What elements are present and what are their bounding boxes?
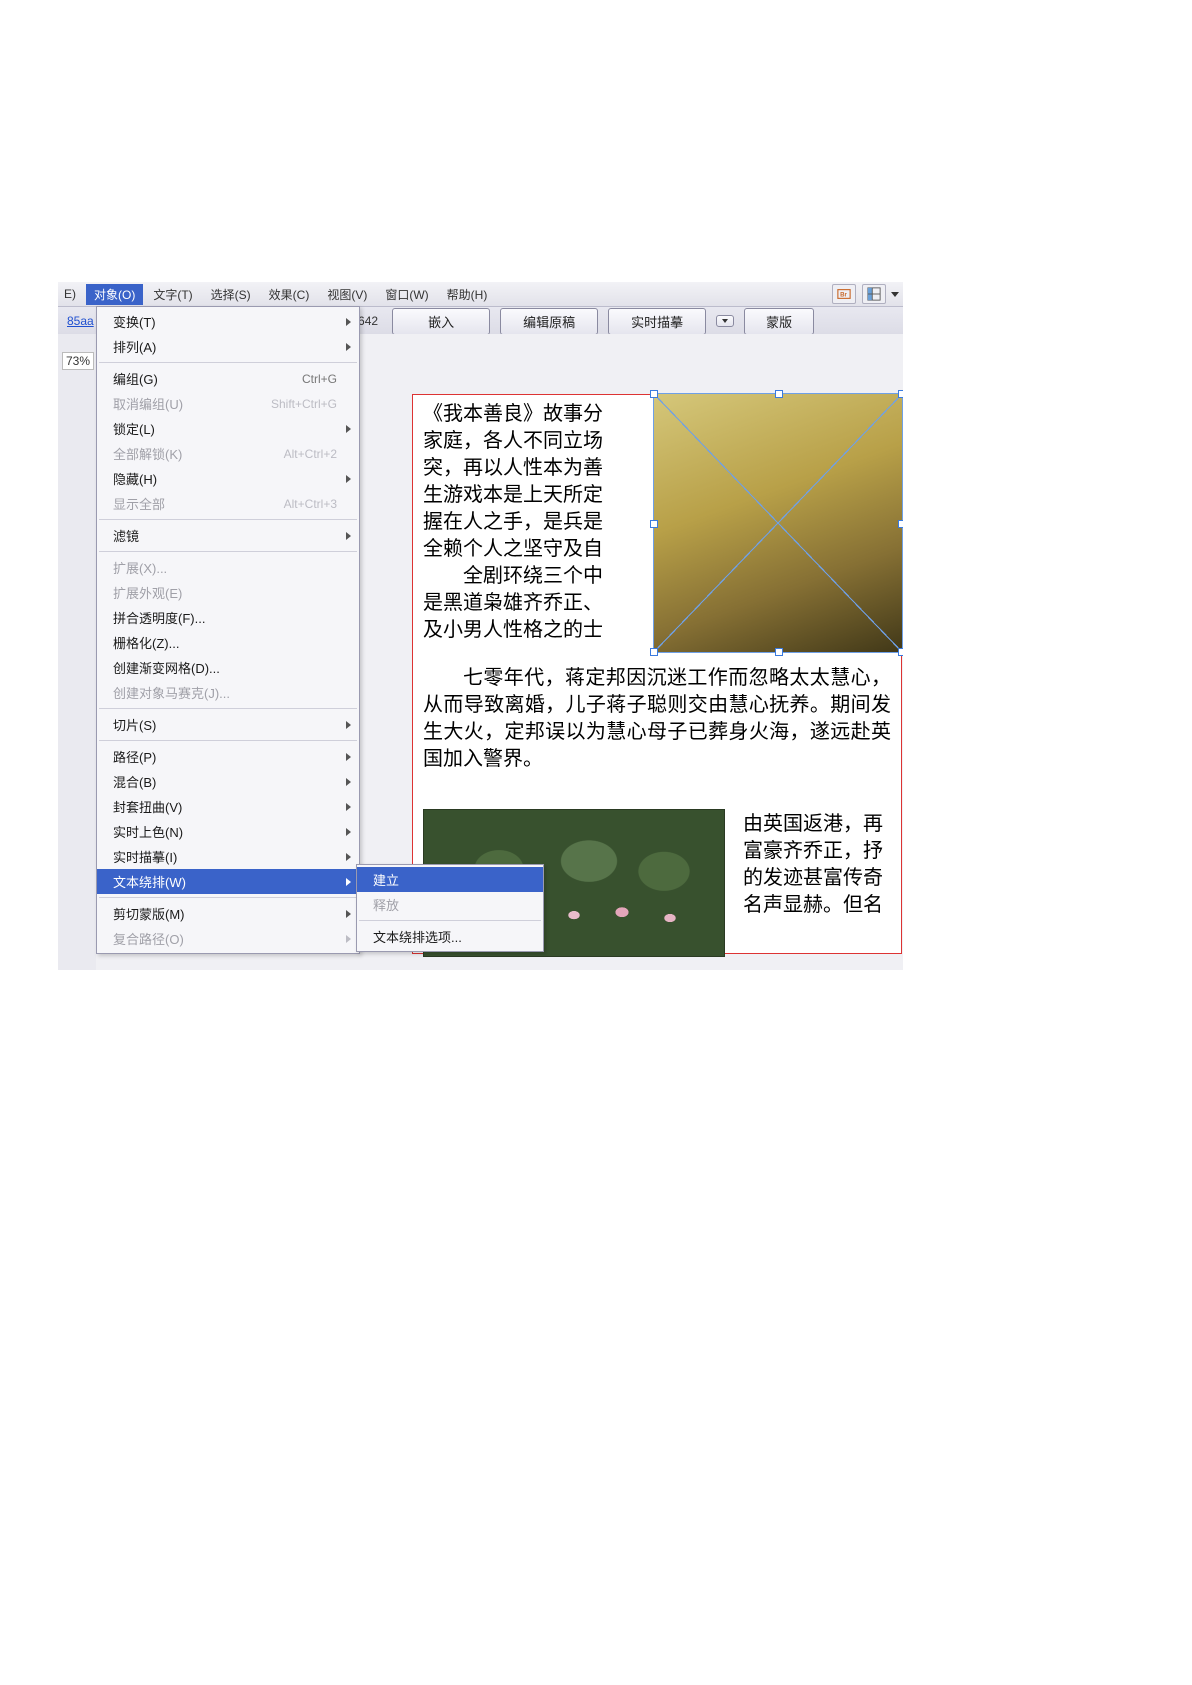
menu-separator <box>359 920 541 921</box>
menu-transform[interactable]: 变换(T) <box>97 309 359 334</box>
layout-grid-icon <box>862 284 886 304</box>
menu-compound-path: 复合路径(O) <box>97 926 359 951</box>
menu-select[interactable]: 选择(S) <box>203 284 259 305</box>
menu-effect[interactable]: 效果(C) <box>261 284 318 305</box>
selection-handle[interactable] <box>650 520 658 528</box>
body-text-block-3: 由英国返港，再 富豪齐乔正，抒 的发迹甚富传奇 名声显赫。但名 <box>743 811 903 957</box>
live-trace-button[interactable]: 实时描摹 <box>608 308 706 335</box>
embed-button[interactable]: 嵌入 <box>392 308 490 335</box>
svg-text:Br: Br <box>840 292 847 299</box>
menu-live-paint[interactable]: 实时上色(N) <box>97 819 359 844</box>
menu-text-wrap[interactable]: 文本绕排(W) <box>97 869 359 894</box>
workspace-switcher[interactable] <box>860 284 899 304</box>
zoom-level[interactable]: 73% <box>62 352 94 370</box>
placed-image-tea[interactable] <box>653 393 903 653</box>
menu-expand-appearance: 扩展外观(E) <box>97 580 359 605</box>
selection-handle[interactable] <box>650 390 658 398</box>
menu-separator <box>99 519 357 520</box>
selection-handle[interactable] <box>898 520 903 528</box>
mask-button[interactable]: 蒙版 <box>744 308 814 335</box>
menubar: E) 对象(O) 文字(T) 选择(S) 效果(C) 视图(V) 窗口(W) 帮… <box>58 282 903 307</box>
menu-blend[interactable]: 混合(B) <box>97 769 359 794</box>
menu-group[interactable]: 编组(G)Ctrl+G <box>97 366 359 391</box>
menu-live-trace[interactable]: 实时描摹(I) <box>97 844 359 869</box>
menu-separator <box>99 897 357 898</box>
linked-file-label[interactable]: 85aa <box>64 312 97 330</box>
body-text-block-1: 《我本善良》故事分 家庭，各人不同立场 突，再以人性本为善 生游戏本是上天所定 … <box>423 401 635 661</box>
body-text-block-2: 七零年代，蒋定邦因沉迷工作而忽略太太慧心，从而导致离婚，儿子蒋子聪则交由慧心抚养… <box>423 665 891 773</box>
menu-view[interactable]: 视图(V) <box>319 284 375 305</box>
menu-separator <box>99 551 357 552</box>
menu-object[interactable]: 对象(O) <box>86 284 143 305</box>
selection-handle[interactable] <box>898 648 903 656</box>
submenu-make[interactable]: 建立 <box>357 867 543 892</box>
menu-expand: 扩展(X)... <box>97 555 359 580</box>
menu-filter[interactable]: 滤镜 <box>97 523 359 548</box>
menu-hide[interactable]: 隐藏(H) <box>97 466 359 491</box>
selection-handle[interactable] <box>898 390 903 398</box>
menu-flatten-transparency[interactable]: 拼合透明度(F)... <box>97 605 359 630</box>
selection-handle[interactable] <box>775 390 783 398</box>
menu-type[interactable]: 文字(T) <box>145 284 200 305</box>
object-menu-dropdown: 变换(T) 排列(A) 编组(G)Ctrl+G 取消编组(U)Shift+Ctr… <box>96 306 360 954</box>
menu-separator <box>99 708 357 709</box>
selection-handle[interactable] <box>650 648 658 656</box>
menu-rasterize[interactable]: 栅格化(Z)... <box>97 630 359 655</box>
menu-path[interactable]: 路径(P) <box>97 744 359 769</box>
menu-separator <box>99 362 357 363</box>
text-wrap-submenu: 建立 释放 文本绕排选项... <box>356 864 544 952</box>
menu-arrange[interactable]: 排列(A) <box>97 334 359 359</box>
menu-separator <box>99 740 357 741</box>
left-ruler-column: 73% <box>58 334 97 970</box>
edit-original-button[interactable]: 编辑原稿 <box>500 308 598 335</box>
menu-ungroup: 取消编组(U)Shift+Ctrl+G <box>97 391 359 416</box>
menu-unlock-all: 全部解锁(K)Alt+Ctrl+2 <box>97 441 359 466</box>
live-trace-dropdown[interactable] <box>716 315 734 327</box>
menu-help[interactable]: 帮助(H) <box>439 284 496 305</box>
menu-lock[interactable]: 锁定(L) <box>97 416 359 441</box>
app-window: E) 对象(O) 文字(T) 选择(S) 效果(C) 视图(V) 窗口(W) 帮… <box>58 282 903 970</box>
menu-envelope-distort[interactable]: 封套扭曲(V) <box>97 794 359 819</box>
submenu-text-wrap-options[interactable]: 文本绕排选项... <box>357 924 543 949</box>
menu-clipping-mask[interactable]: 剪切蒙版(M) <box>97 901 359 926</box>
menu-slice[interactable]: 切片(S) <box>97 712 359 737</box>
menu-edit-truncated[interactable]: E) <box>62 285 84 303</box>
selection-handle[interactable] <box>775 648 783 656</box>
submenu-release: 释放 <box>357 892 543 917</box>
menu-show-all: 显示全部Alt+Ctrl+3 <box>97 491 359 516</box>
menu-window[interactable]: 窗口(W) <box>377 284 436 305</box>
bridge-icon[interactable]: Br <box>832 284 856 304</box>
menu-create-gradient-mesh[interactable]: 创建渐变网格(D)... <box>97 655 359 680</box>
menu-create-object-mosaic: 创建对象马赛克(J)... <box>97 680 359 705</box>
